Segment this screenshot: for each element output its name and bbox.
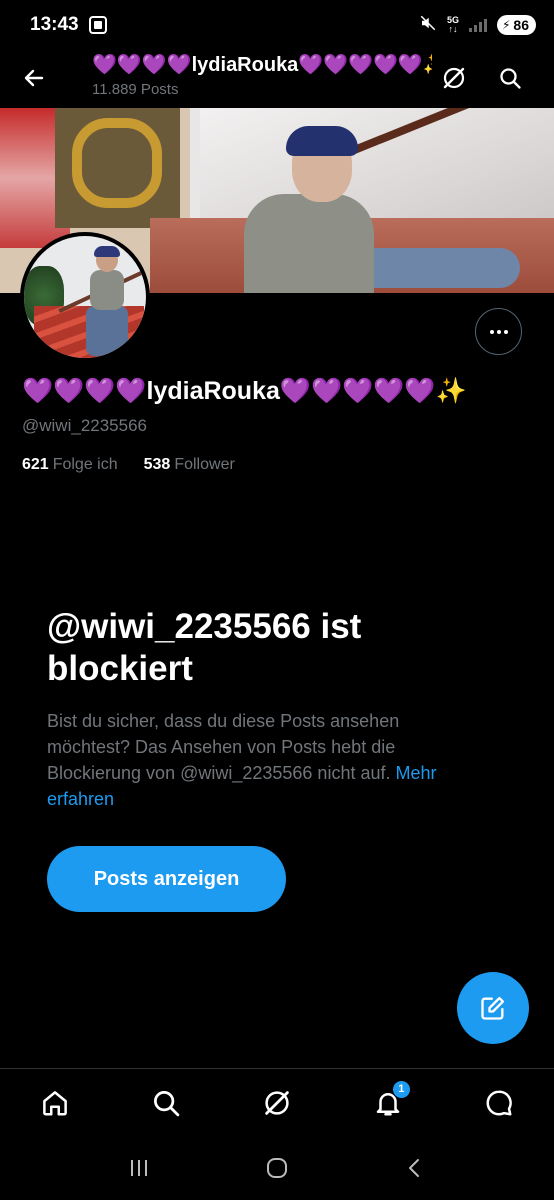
home-icon bbox=[43, 1090, 68, 1115]
profile-handle: @wiwi_2235566 bbox=[22, 416, 148, 435]
show-posts-button[interactable]: Posts anzeigen bbox=[47, 846, 286, 912]
profile-stats: 621 Folge ich 538 Follower bbox=[22, 456, 235, 474]
chevron-left-icon bbox=[409, 1159, 419, 1177]
home-system-button[interactable] bbox=[255, 1146, 299, 1190]
more-options-button[interactable] bbox=[475, 308, 522, 355]
following-count: 621 bbox=[22, 456, 49, 473]
avatar[interactable] bbox=[20, 232, 150, 362]
nav-messages[interactable] bbox=[477, 1081, 521, 1125]
avatar-person bbox=[86, 246, 130, 358]
followers-count: 538 bbox=[143, 456, 171, 473]
blocked-description-text: Bist du sicher, dass du diese Posts anse… bbox=[47, 711, 400, 783]
header-search-button[interactable] bbox=[494, 62, 526, 94]
search-icon bbox=[500, 68, 521, 89]
message-icon bbox=[486, 1089, 512, 1115]
system-back-button[interactable] bbox=[393, 1146, 437, 1190]
nav-notifications[interactable]: 1 bbox=[366, 1079, 411, 1125]
recent-apps-icon bbox=[131, 1160, 147, 1176]
banner-person-bandana bbox=[286, 126, 358, 156]
back-button[interactable] bbox=[18, 62, 50, 94]
signal-icon bbox=[468, 18, 487, 32]
bottom-navigation: 1 bbox=[0, 1068, 554, 1136]
profile-header-bar: 💜💜💜💜lydiaRouka💜💜💜💜💜✨ 11.889 Posts bbox=[0, 50, 554, 106]
more-horizontal-icon bbox=[489, 329, 494, 334]
status-indicators: 5G ↑↓ ⚡ 86 bbox=[419, 14, 536, 36]
following-label: Folge ich bbox=[52, 456, 118, 473]
status-bar: 13:43 5G ↑↓ ⚡ 86 bbox=[0, 0, 554, 50]
mute-icon bbox=[419, 14, 437, 36]
blocked-description: Bist du sicher, dass du diese Posts anse… bbox=[47, 708, 487, 812]
avatar-person-body bbox=[90, 270, 124, 310]
search-icon bbox=[154, 1090, 180, 1116]
compose-button[interactable] bbox=[457, 972, 529, 1044]
nav-home[interactable] bbox=[33, 1081, 77, 1125]
nav-grok[interactable] bbox=[255, 1081, 299, 1125]
home-circle-icon bbox=[267, 1158, 287, 1178]
battery-level: 86 bbox=[513, 17, 529, 33]
followers-link[interactable]: 538 Follower bbox=[144, 456, 235, 474]
grok-button[interactable] bbox=[438, 62, 470, 94]
status-time: 13:43 bbox=[30, 14, 79, 35]
header-title: 💜💜💜💜lydiaRouka💜💜💜💜💜✨ bbox=[92, 54, 432, 76]
grok-icon bbox=[443, 67, 465, 89]
banner-artwork bbox=[72, 118, 162, 208]
header-posts-count: 11.889 Posts bbox=[92, 81, 179, 98]
more-dot bbox=[503, 329, 508, 334]
grok-icon bbox=[265, 1090, 289, 1115]
arrow-left-icon bbox=[24, 69, 44, 87]
header-title-block: 💜💜💜💜lydiaRouka💜💜💜💜💜✨ 11.889 Posts bbox=[92, 52, 432, 98]
banner-person-torso bbox=[244, 194, 374, 293]
battery-indicator: ⚡ 86 bbox=[496, 15, 536, 35]
screenshot-icon bbox=[88, 16, 107, 34]
nav-search[interactable] bbox=[144, 1081, 188, 1125]
following-link[interactable]: 621 Folge ich bbox=[22, 456, 118, 474]
battery-bolt-icon: ⚡ bbox=[501, 18, 511, 32]
compose-icon bbox=[481, 996, 505, 1020]
banner-person bbox=[230, 122, 380, 293]
notification-badge: 1 bbox=[391, 1079, 411, 1099]
avatar-person-bandana bbox=[94, 246, 120, 257]
avatar-person-legs bbox=[86, 306, 128, 356]
blocked-title: @wiwi_2235566 ist blockiert bbox=[47, 607, 362, 688]
followers-label: Follower bbox=[174, 456, 235, 473]
network-label: 5G ↑↓ bbox=[446, 15, 459, 34]
more-dot bbox=[496, 329, 501, 334]
recent-apps-button[interactable] bbox=[117, 1146, 161, 1190]
profile-display-name: 💜💜💜💜lydiaRouka💜💜💜💜💜✨ bbox=[22, 377, 467, 405]
system-navigation bbox=[0, 1136, 554, 1200]
